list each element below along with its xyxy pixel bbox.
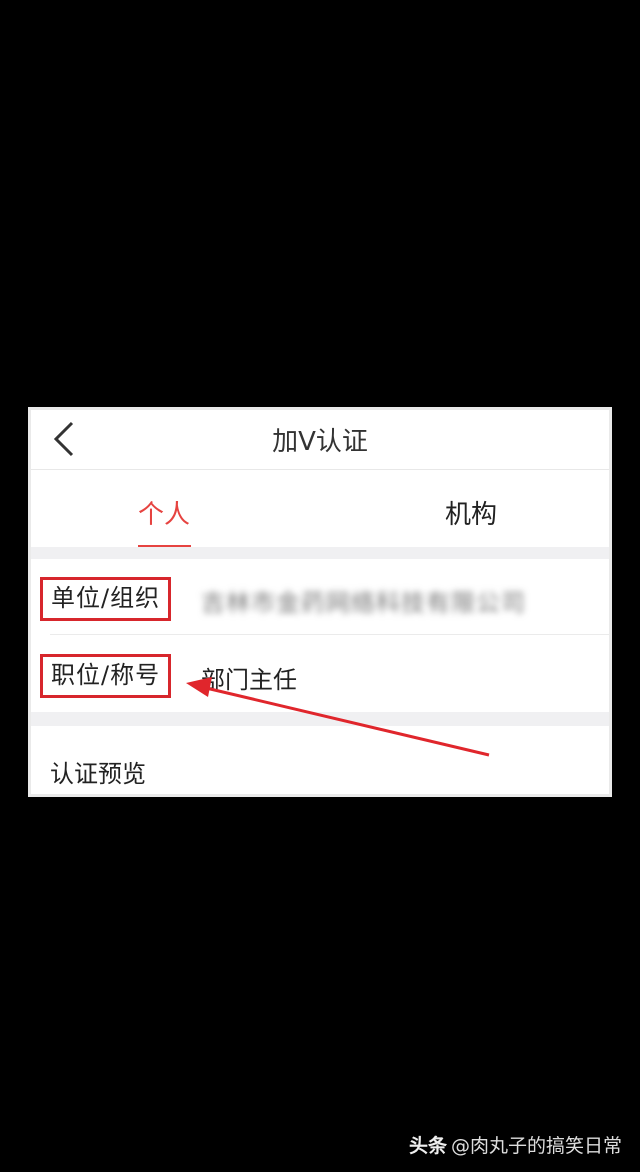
section-divider (28, 547, 612, 559)
nav-bar: 加V认证 (28, 407, 612, 470)
page-title: 加V认证 (272, 427, 368, 457)
field-label-position: 职位/称号 (40, 654, 172, 698)
screenshot-panel: 加V认证 个人 机构 单位/组织 吉林市金药网络科技有限公司 职位/称号 部门主… (28, 407, 612, 797)
field-label-organization: 单位/组织 (40, 577, 172, 621)
watermark-brand: 头条 (408, 1135, 447, 1157)
tab-bar: 个人 机构 (28, 470, 612, 550)
section-divider (28, 712, 612, 726)
certification-preview-item[interactable]: 认证预览 (50, 754, 146, 789)
field-value-position[interactable]: 部门主任 (201, 660, 297, 695)
tab-organization[interactable]: 机构 (445, 494, 497, 531)
field-value-organization[interactable]: 吉林市金药网络科技有限公司 (201, 583, 526, 618)
field-row-organization[interactable]: 单位/组织 吉林市金药网络科技有限公司 (28, 559, 612, 635)
row-divider (50, 634, 612, 635)
watermark-handle: @肉丸子的搞笑日常 (450, 1135, 622, 1157)
watermark: 头条 @肉丸子的搞笑日常 (409, 1131, 622, 1158)
field-row-position[interactable]: 职位/称号 部门主任 (28, 636, 612, 712)
tab-personal[interactable]: 个人 (138, 494, 190, 531)
